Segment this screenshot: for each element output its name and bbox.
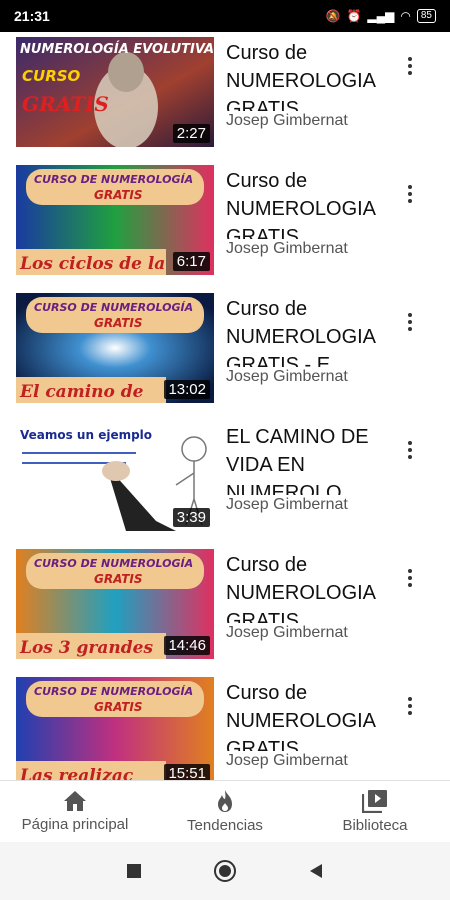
recents-icon[interactable] bbox=[125, 862, 143, 880]
thumb-text-2: GRATIS bbox=[94, 572, 143, 586]
thumb-text-1: CURSO DE NUMEROLOGÍA bbox=[34, 173, 193, 186]
mute-icon: 🔕 bbox=[325, 9, 341, 23]
more-options-icon[interactable] bbox=[396, 307, 424, 337]
video-item[interactable]: NUMEROLOGÍA EVOLUTIVA CURSO GRATIS 2:27 … bbox=[0, 37, 450, 165]
channel-name[interactable]: Josep Gimbernat bbox=[226, 368, 384, 386]
channel-name[interactable]: Josep Gimbernat bbox=[226, 240, 384, 258]
video-duration: 14:46 bbox=[164, 636, 210, 655]
thumb-text-1: CURSO DE NUMEROLOGÍA bbox=[34, 301, 193, 314]
video-thumbnail[interactable]: Veamos un ejemplo 3:39 bbox=[16, 421, 214, 531]
video-item[interactable]: Veamos un ejemplo 3:39 EL CAMINO DE VIDA… bbox=[0, 421, 450, 549]
status-time: 21:31 bbox=[14, 8, 50, 24]
thumb-text-1: NUMEROLOGÍA EVOLUTIVA bbox=[20, 41, 214, 57]
thumb-text-3: Los ciclos de la bbox=[19, 254, 165, 274]
thumb-text-1: CURSO DE NUMEROLOGÍA bbox=[34, 685, 193, 698]
thumb-text-3: Las realizac bbox=[19, 766, 134, 780]
system-nav-bar bbox=[0, 842, 450, 900]
video-title[interactable]: Curso de NUMEROLOGIA GRATIS bbox=[226, 551, 386, 623]
library-icon bbox=[362, 790, 387, 813]
thumb-text-2: GRATIS bbox=[94, 316, 143, 330]
video-title[interactable]: Curso de NUMEROLOGIA GRATIS bbox=[226, 167, 386, 239]
video-title[interactable]: Curso de NUMEROLOGIA GRATIS bbox=[226, 679, 386, 751]
video-duration: 2:27 bbox=[172, 124, 210, 143]
battery-icon: 85 bbox=[416, 9, 436, 23]
video-duration: 3:39 bbox=[172, 508, 210, 527]
thumb-text-2: CURSO bbox=[22, 67, 81, 85]
channel-name[interactable]: Josep Gimbernat bbox=[226, 496, 384, 514]
more-options-icon[interactable] bbox=[396, 179, 424, 209]
nav-home[interactable]: Página principal bbox=[0, 781, 150, 842]
home-icon bbox=[64, 791, 86, 811]
nav-library-label: Biblioteca bbox=[342, 817, 408, 834]
video-item[interactable]: CURSO DE NUMEROLOGÍA GRATIS Los ciclos d… bbox=[0, 165, 450, 293]
video-duration: 15:51 bbox=[164, 764, 210, 780]
video-title[interactable]: Curso de NUMEROLOGIA GRATIS - E bbox=[226, 295, 386, 367]
more-options-icon[interactable] bbox=[396, 435, 424, 465]
status-bar: 21:31 🔕 ⏰ ▂▄▆ ◠ 85 bbox=[0, 0, 450, 32]
channel-name[interactable]: Josep Gimbernat bbox=[226, 752, 384, 770]
video-duration: 13:02 bbox=[164, 380, 210, 399]
video-thumbnail[interactable]: CURSO DE NUMEROLOGÍA GRATIS Las realizac… bbox=[16, 677, 214, 780]
back-icon[interactable] bbox=[307, 862, 325, 880]
home-circle-icon[interactable] bbox=[213, 859, 237, 883]
thumb-text-3: GRATIS bbox=[22, 92, 109, 116]
more-options-icon[interactable] bbox=[396, 691, 424, 721]
video-item[interactable]: CURSO DE NUMEROLOGÍA GRATIS Los 3 grande… bbox=[0, 549, 450, 677]
thumb-text-3: Los 3 grandes bbox=[19, 638, 153, 658]
nav-library[interactable]: Biblioteca bbox=[300, 781, 450, 842]
thumb-text-3: El camino de bbox=[19, 382, 144, 402]
channel-name[interactable]: Josep Gimbernat bbox=[226, 112, 384, 130]
nav-home-label: Página principal bbox=[21, 816, 129, 833]
video-item[interactable]: CURSO DE NUMEROLOGÍA GRATIS Las realizac… bbox=[0, 677, 450, 780]
video-thumbnail[interactable]: CURSO DE NUMEROLOGÍA GRATIS Los 3 grande… bbox=[16, 549, 214, 659]
fire-icon bbox=[218, 790, 232, 812]
nav-trending-label: Tendencias bbox=[187, 817, 263, 834]
video-title[interactable]: EL CAMINO DE VIDA EN NUMEROLO bbox=[226, 423, 386, 495]
thumb-text-1: Veamos un ejemplo bbox=[20, 428, 152, 442]
nav-trending[interactable]: Tendencias bbox=[150, 781, 300, 842]
video-thumbnail[interactable]: CURSO DE NUMEROLOGÍA GRATIS Los ciclos d… bbox=[16, 165, 214, 275]
status-icons: 🔕 ⏰ ▂▄▆ ◠ 85 bbox=[326, 9, 436, 23]
video-duration: 6:17 bbox=[172, 252, 210, 271]
channel-name[interactable]: Josep Gimbernat bbox=[226, 624, 384, 642]
thumb-text-2: GRATIS bbox=[94, 700, 143, 714]
video-thumbnail[interactable]: NUMEROLOGÍA EVOLUTIVA CURSO GRATIS 2:27 bbox=[16, 37, 214, 147]
thumb-text-1: CURSO DE NUMEROLOGÍA bbox=[34, 557, 193, 570]
alarm-icon: ⏰ bbox=[346, 9, 362, 23]
signal-icon: ▂▄▆ bbox=[367, 9, 395, 23]
wifi-icon: ◠ bbox=[400, 9, 411, 23]
video-title[interactable]: Curso de NUMEROLOGIA GRATIS bbox=[226, 39, 386, 111]
video-item[interactable]: CURSO DE NUMEROLOGÍA GRATIS El camino de… bbox=[0, 293, 450, 421]
more-options-icon[interactable] bbox=[396, 51, 424, 81]
bottom-nav: Página principal Tendencias Biblioteca bbox=[0, 780, 450, 842]
more-options-icon[interactable] bbox=[396, 563, 424, 593]
video-thumbnail[interactable]: CURSO DE NUMEROLOGÍA GRATIS El camino de… bbox=[16, 293, 214, 403]
thumb-text-2: GRATIS bbox=[94, 188, 143, 202]
video-list[interactable]: NUMEROLOGÍA EVOLUTIVA CURSO GRATIS 2:27 … bbox=[0, 32, 450, 780]
